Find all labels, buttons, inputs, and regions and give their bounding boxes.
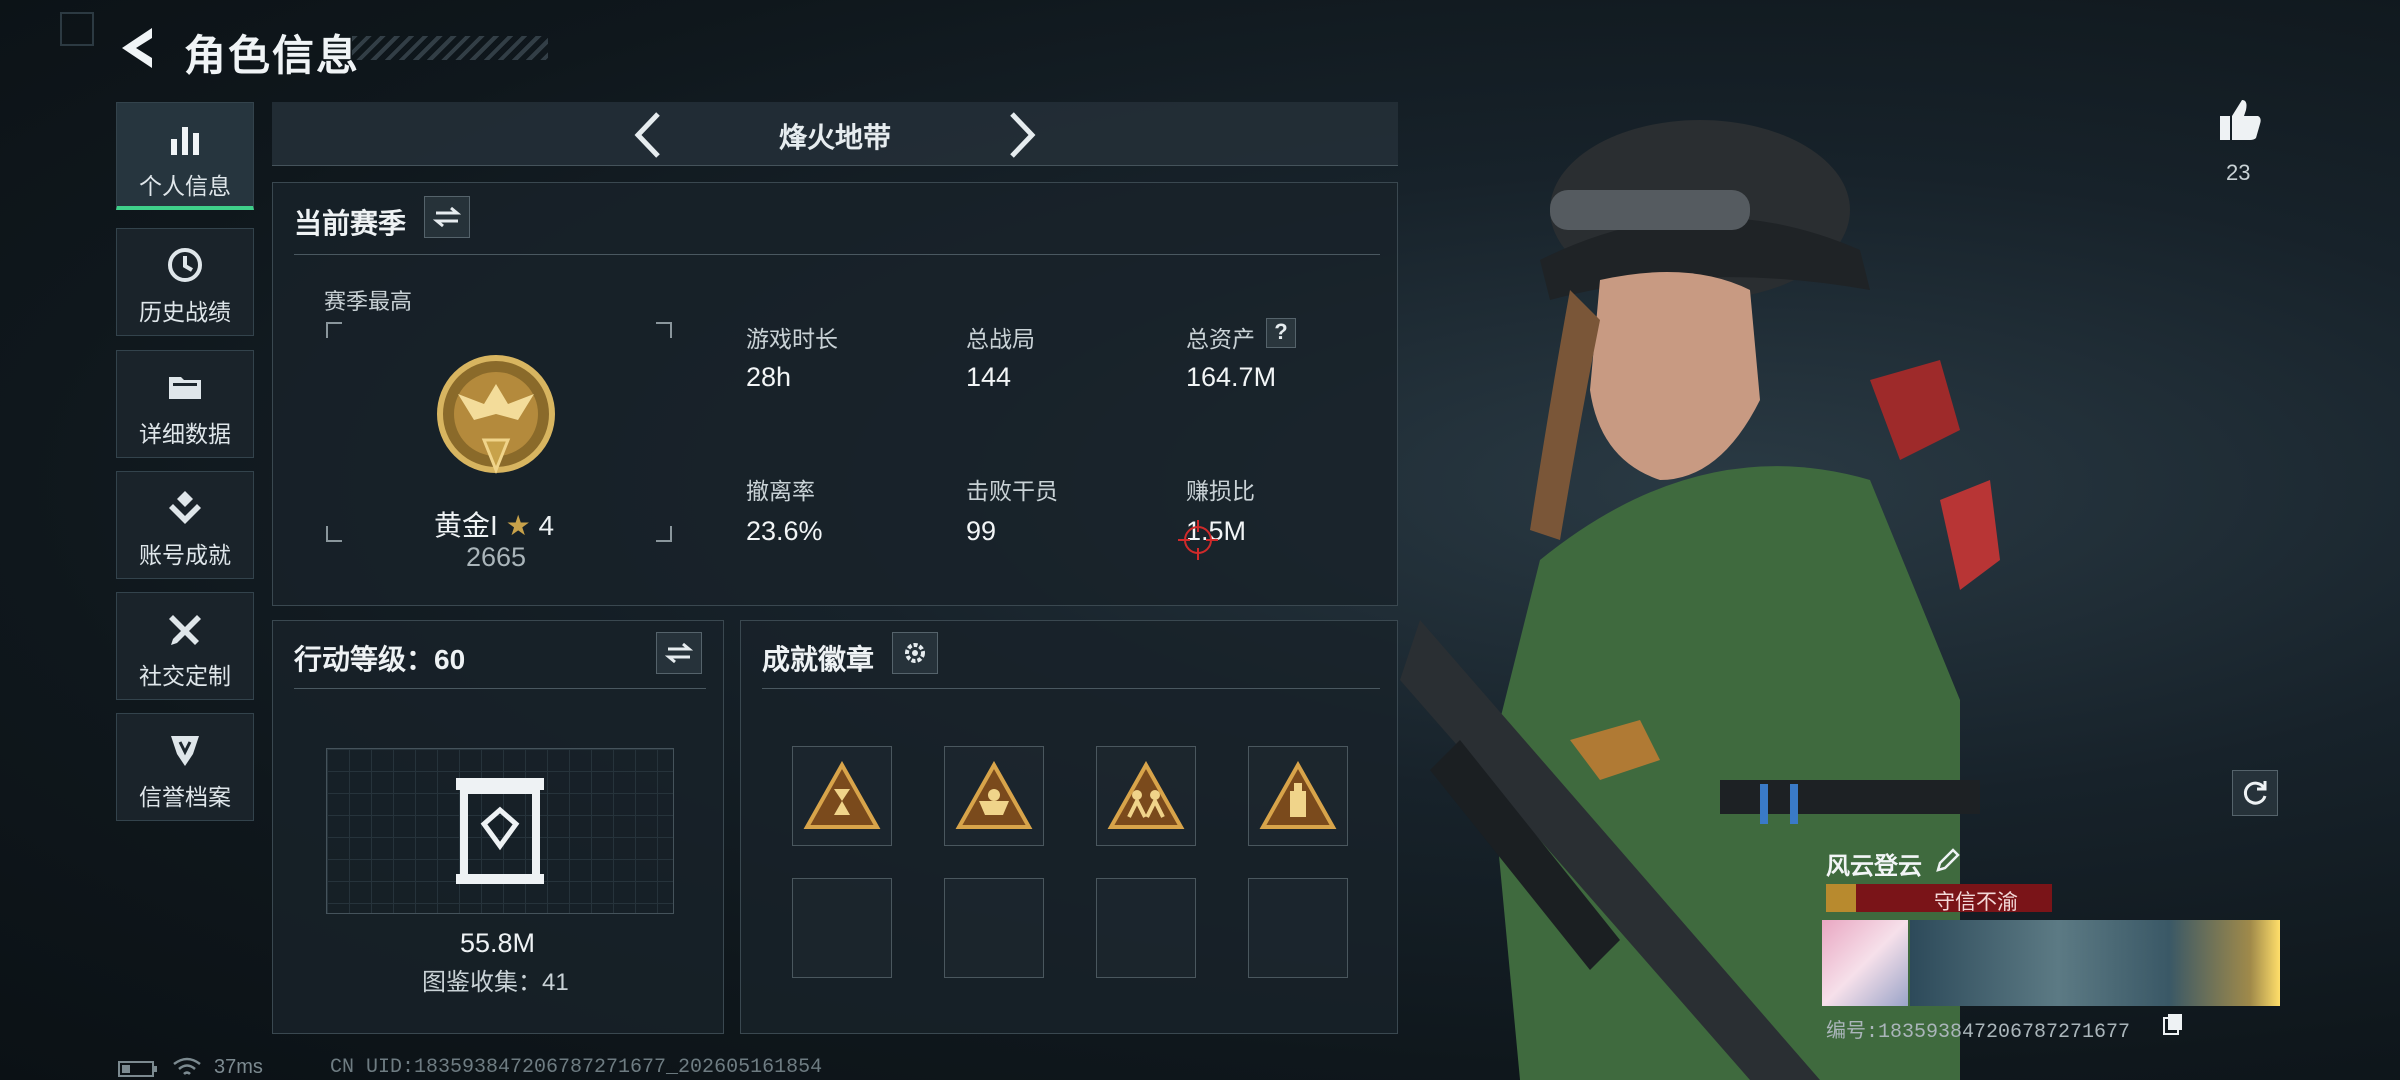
nav-label: 社交定制 [139, 663, 231, 689]
stat-value: 28h [746, 362, 792, 392]
folder-icon [169, 377, 201, 399]
chevron-left-icon[interactable] [630, 110, 666, 160]
reputation-icon [171, 736, 199, 766]
frame-corner [326, 322, 342, 338]
nav-label: 个人信息 [139, 173, 231, 199]
team-badge-icon [1107, 761, 1185, 829]
like-count: 23 [2226, 160, 2251, 185]
stat-label: 赚损比 [1186, 478, 1255, 504]
nav-account-achievements[interactable]: 账号成就 [116, 471, 254, 579]
achievement-badge-slot[interactable] [792, 746, 892, 846]
empty-badge-slot[interactable] [792, 878, 892, 978]
nav-label: 详细数据 [139, 421, 231, 447]
divider [294, 254, 1380, 255]
basket-badge-icon [955, 761, 1033, 829]
bottle-badge-icon [1259, 761, 1337, 829]
frame-corner [656, 322, 672, 338]
frame-corner [656, 526, 672, 542]
collection-value: 55.8M [460, 928, 536, 958]
empty-badge-slot[interactable] [944, 878, 1044, 978]
swap-icon [433, 206, 461, 228]
thumbs-up-icon[interactable] [2216, 96, 2264, 144]
player-title: 守信不渝 [1934, 891, 2018, 914]
season-title: 当前赛季 [294, 208, 407, 239]
chevron-right-icon[interactable] [1004, 110, 1040, 160]
achievements-settings-button[interactable] [892, 632, 938, 674]
achievements-title: 成就徽章 [762, 644, 875, 675]
rank-stars: 4 [538, 510, 555, 541]
stat-value: 23.6% [746, 516, 823, 546]
season-switch-button[interactable] [424, 196, 470, 238]
stat-label: 撤离率 [746, 478, 815, 504]
stat-label: 击败干员 [966, 478, 1058, 504]
action-level-switch-button[interactable] [656, 632, 702, 674]
season-highest-label: 赛季最高 [324, 289, 413, 314]
player-title-banner: 守信不渝 [1826, 884, 2052, 914]
achievement-icon [169, 491, 201, 524]
collection-case-icon [456, 778, 544, 884]
rank-score: 2665 [466, 542, 527, 572]
rotate-view-button[interactable] [2232, 770, 2278, 816]
copy-icon[interactable] [2162, 1012, 2184, 1036]
bar-chart-icon [171, 127, 199, 155]
nav-personal-info[interactable]: 个人信息 [116, 102, 254, 210]
corner-square-decoration [60, 12, 94, 46]
hourglass-badge-icon [803, 761, 881, 829]
rank-name: 黄金I [434, 510, 498, 541]
crosshair-icon [1178, 520, 1218, 560]
player-id: 编号:1835938472067872716​77 [1826, 1021, 2131, 1044]
collection-count: 图鉴收集：41 [422, 969, 569, 996]
divider [762, 688, 1380, 689]
battery-icon [118, 1061, 157, 1077]
rank-line: 黄金I ★ 4 [434, 504, 554, 544]
achievement-badge-slot[interactable] [1096, 746, 1196, 846]
stat-label: 总资产 [1186, 326, 1255, 352]
page-title: 角色信息 [184, 32, 361, 79]
nav-label: 账号成就 [139, 542, 231, 568]
empty-badge-slot[interactable] [1248, 878, 1348, 978]
achievement-badge-slot[interactable] [1248, 746, 1348, 846]
gear-icon [905, 643, 925, 663]
history-icon [168, 248, 202, 282]
nav-detailed-data[interactable]: 详细数据 [116, 350, 254, 458]
achievement-badge-slot[interactable] [944, 746, 1044, 846]
player-banner-image [1910, 920, 2280, 1006]
nav-label: 信誉档案 [139, 784, 231, 810]
ping-value: 37ms [214, 1056, 263, 1078]
stat-label: 游戏时长 [746, 326, 838, 352]
title-stripes-decoration [352, 36, 548, 60]
stat-value: 164.7M [1186, 362, 1277, 392]
nav-label: 历史战绩 [139, 299, 231, 325]
gold-rank-emblem-icon [437, 355, 555, 475]
refresh-icon [2243, 781, 2267, 805]
tools-icon [169, 615, 201, 645]
frame-corner [326, 526, 342, 542]
stat-label: 总战局 [966, 326, 1035, 352]
nav-social-customization[interactable]: 社交定制 [116, 592, 254, 700]
stat-value: 99 [966, 516, 997, 546]
swap-icon [665, 642, 693, 664]
help-icon[interactable]: ? [1266, 318, 1296, 348]
player-avatar[interactable] [1822, 920, 1908, 1006]
uid-text: CN UID:1835938472067872716​77_2026051618… [330, 1056, 823, 1079]
empty-badge-slot[interactable] [1096, 878, 1196, 978]
star-icon: ★ [505, 510, 531, 541]
player-name: 风云登云 [1826, 853, 1922, 880]
stat-value: 144 [966, 362, 1012, 392]
action-level-title: 行动等级：60 [294, 644, 466, 675]
edit-pencil-icon[interactable] [1934, 846, 1962, 874]
nav-match-history[interactable]: 历史战绩 [116, 228, 254, 336]
divider [294, 688, 706, 689]
back-arrow-icon[interactable] [116, 24, 158, 72]
mode-tab-bar: 烽火地带 [272, 102, 1398, 166]
wifi-icon [173, 1057, 201, 1075]
nav-reputation-file[interactable]: 信誉档案 [116, 713, 254, 821]
mode-name: 烽火地带 [778, 122, 891, 153]
